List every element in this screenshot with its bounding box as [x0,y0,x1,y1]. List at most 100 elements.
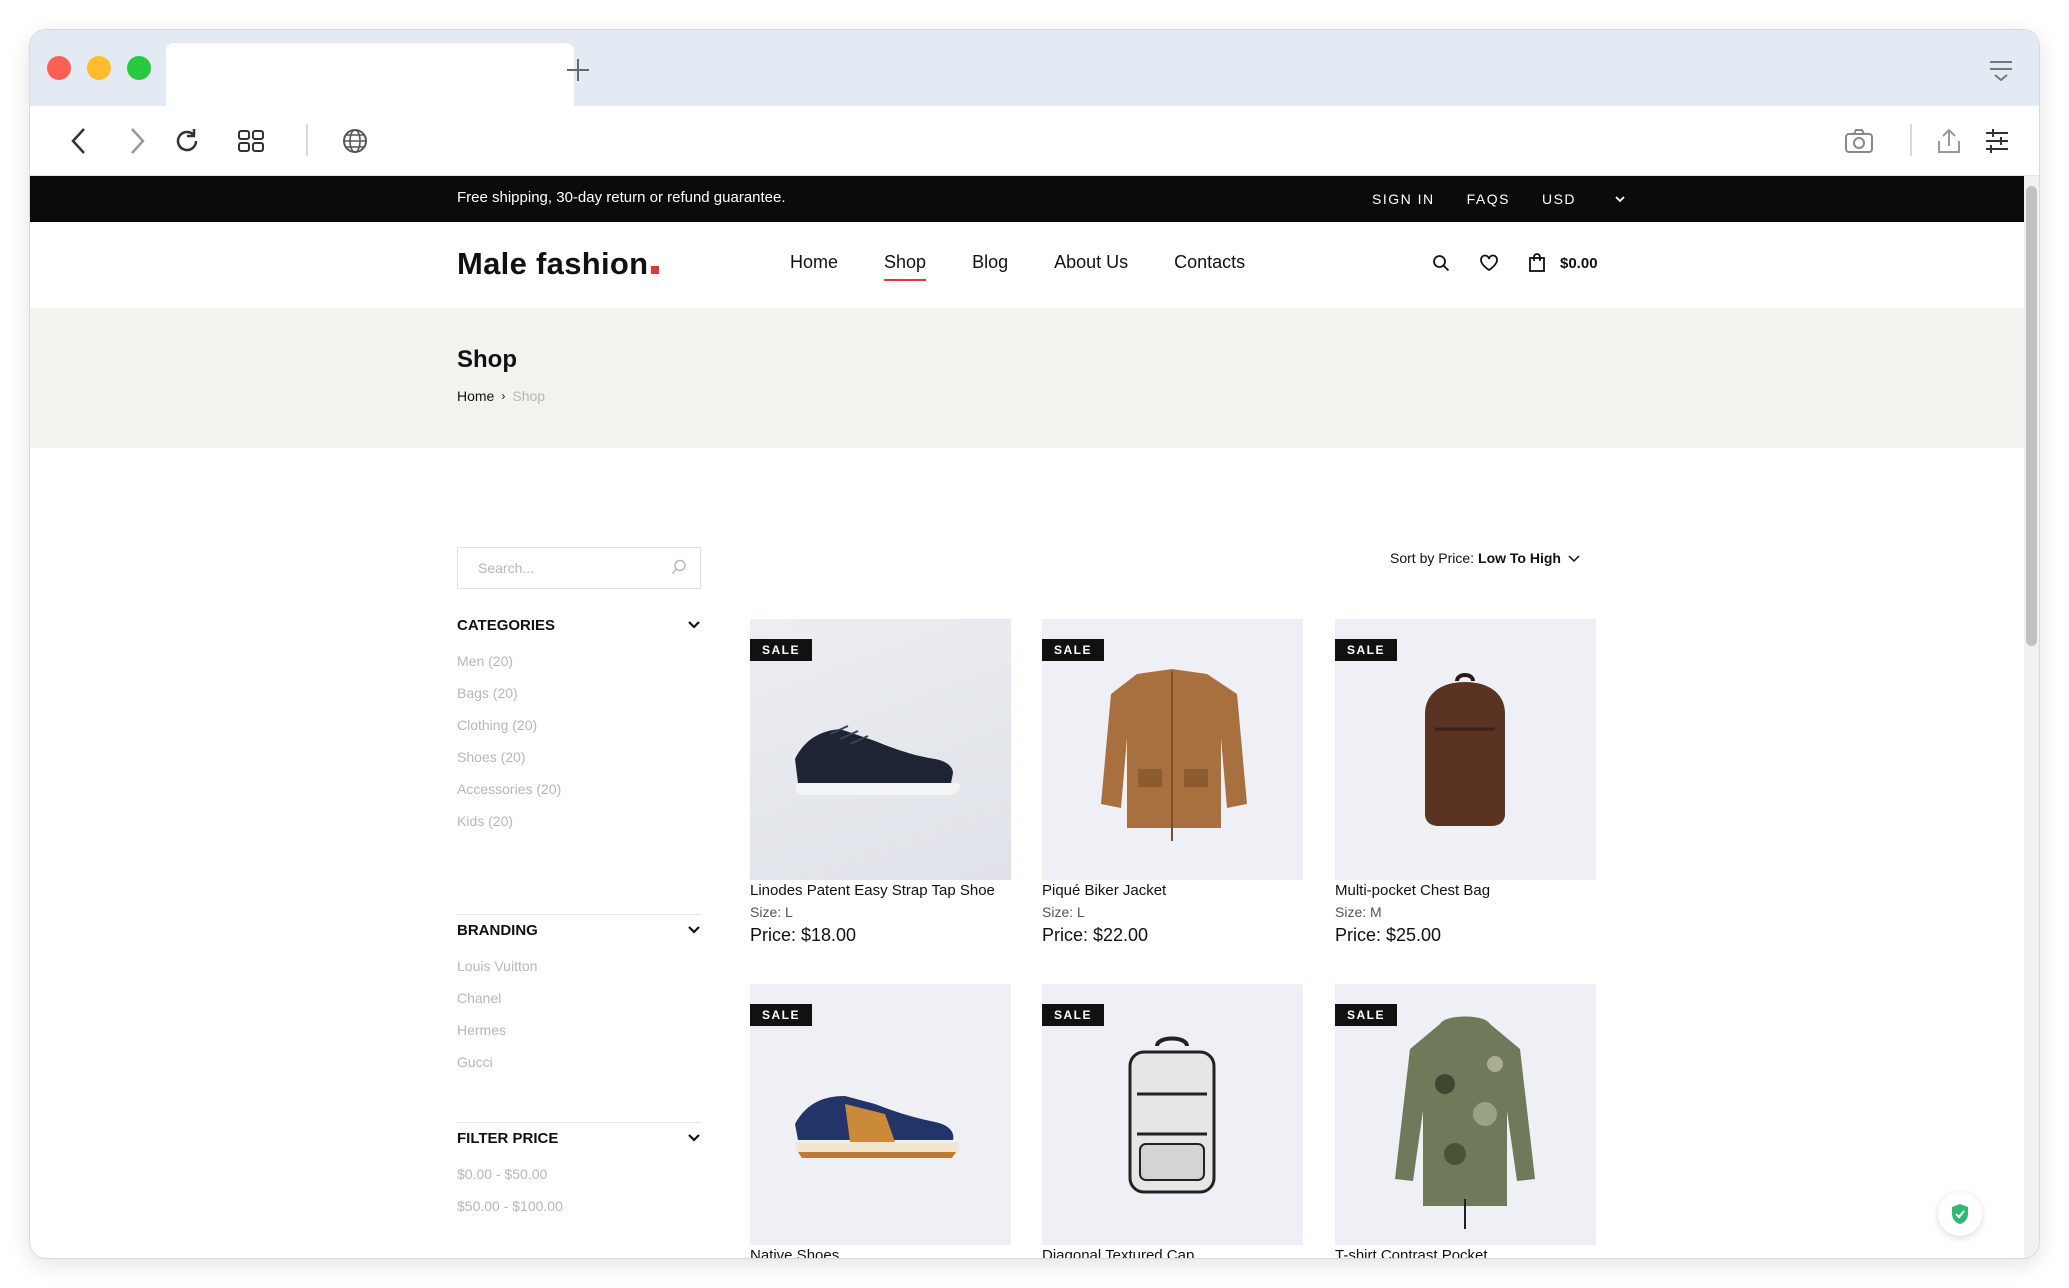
chevron-right-icon: › [501,389,506,403]
product-name[interactable]: Diagonal Textured Cap [1042,1245,1303,1258]
category-clothing[interactable]: Clothing (20) [457,715,701,747]
globe-icon [343,129,367,153]
category-men[interactable]: Men (20) [457,651,701,683]
price-filter-title: FILTER PRICE [457,1129,559,1147]
cart-button[interactable] [1526,252,1548,274]
sign-in-link[interactable]: SIGN IN [1372,191,1435,207]
category-accessories[interactable]: Accessories (20) [457,779,701,811]
category-shoes[interactable]: Shoes (20) [457,747,701,779]
browser-window: Free shipping, 30-day return or refund g… [30,30,2039,1258]
product-name[interactable]: Linodes Patent Easy Strap Tap Shoe [750,880,1011,902]
chevron-left-icon [71,128,85,154]
currency-select[interactable]: USD [1542,191,1626,207]
breadcrumb-home[interactable]: Home [457,388,494,404]
nav-about-us[interactable]: About Us [1054,252,1128,273]
reload-button[interactable] [166,120,208,162]
close-window-button[interactable] [47,56,71,80]
product-size: Size: L [750,904,793,920]
product-image[interactable]: SALE [1335,984,1596,1245]
product-name[interactable]: Native Shoes [750,1245,1011,1258]
nav-shop[interactable]: Shop [884,252,927,281]
price-range-0-50[interactable]: $0.00 - $50.00 [457,1164,701,1196]
product-name[interactable]: T-shirt Contrast Pocket [1335,1245,1596,1258]
branding-header[interactable]: BRANDING [457,918,701,942]
site-info-button[interactable] [334,120,376,162]
price-filter-header[interactable]: FILTER PRICE [457,1126,701,1150]
price-range-50-100[interactable]: $50.00 - $100.00 [457,1196,701,1228]
product-image[interactable]: SALE [1042,619,1303,880]
product-name[interactable]: Multi-pocket Chest Bag [1335,880,1596,902]
shopping-bag-icon [1529,253,1545,272]
wishlist-button[interactable] [1478,252,1500,274]
sort-label: Sort by Price: [1390,550,1475,566]
sidebar-divider [457,914,701,915]
tabs-overview-button[interactable] [230,120,272,162]
branding-title: BRANDING [457,921,538,939]
product-image[interactable]: SALE [1042,984,1303,1245]
site-logo[interactable]: Male fashion [457,246,660,282]
scrollbar-thumb[interactable] [2026,186,2037,646]
product-price: Price: $18.00 [750,925,857,945]
maximize-window-button[interactable] [127,56,151,80]
product-card[interactable]: SALE Native Shoes [750,984,1011,1258]
settings-button[interactable] [1976,120,2018,162]
category-bags[interactable]: Bags (20) [457,683,701,715]
page-scrollbar[interactable] [2024,176,2039,1258]
faqs-link[interactable]: FAQS [1467,191,1510,207]
sliders-icon [1986,129,2008,153]
search-button[interactable] [1430,252,1452,274]
search-icon [1433,255,1450,272]
back-button[interactable] [58,120,100,162]
sort-select[interactable]: Sort by Price: Low To High [1390,550,1581,566]
share-button[interactable] [1928,120,1970,162]
product-name[interactable]: Piqué Biker Jacket [1042,880,1303,902]
brand-gucci[interactable]: Gucci [457,1052,701,1084]
shield-check-icon [1952,1204,1968,1224]
product-size: Size: L [1042,904,1085,920]
camera-icon [1845,129,1873,153]
product-image[interactable]: SALE [750,619,1011,880]
product-card[interactable]: SALE Piqué Biker Jacket Size: L Price: $… [1042,619,1303,948]
product-card[interactable]: SALE Multi-pocket Chest Bag Size: M Pric… [1335,619,1596,948]
forward-button[interactable] [116,120,158,162]
logo-dot [651,266,660,274]
categories-header[interactable]: CATEGORIES [457,613,701,637]
brand-louis-vuitton[interactable]: Louis Vuitton [457,956,701,988]
product-image[interactable]: SALE [1335,619,1596,880]
cart-total[interactable]: $0.00 [1560,255,1598,272]
site-header: Male fashion Home Shop Blog About Us Con… [30,222,2024,308]
sidebar-search-input[interactable]: Search... [457,547,701,589]
product-card[interactable]: SALE Diagonal Textured Cap [1042,984,1303,1258]
screenshot-button[interactable] [1838,120,1880,162]
category-kids[interactable]: Kids (20) [457,811,701,843]
currency-label: USD [1541,191,1577,207]
sale-badge: SALE [1335,639,1398,661]
sale-badge: SALE [1042,639,1105,661]
new-tab-button[interactable] [558,50,598,90]
search-placeholder: Search... [478,560,535,576]
price-filter: FILTER PRICE $0.00 - $50.00 $50.00 - $10… [457,1126,701,1228]
security-badge[interactable] [1938,1192,1982,1236]
nav-contacts[interactable]: Contacts [1174,252,1245,273]
minimize-window-button[interactable] [87,56,111,80]
nav-home[interactable]: Home [790,252,838,273]
sale-badge: SALE [750,639,813,661]
nav-blog[interactable]: Blog [972,252,1008,273]
chevron-down-icon [1568,555,1580,563]
tab-menu-button[interactable] [1983,52,2019,88]
chevron-down-icon [1615,196,1625,203]
brand-hermes[interactable]: Hermes [457,1020,701,1052]
reload-icon [176,129,198,152]
brand-chanel[interactable]: Chanel [457,988,701,1020]
logo-text: Male fashion [457,246,649,281]
grid-icon [238,130,264,152]
tab-strip [30,30,2039,106]
product-card[interactable]: SALE T-shirt Contrast Pocket [1335,984,1596,1258]
product-image[interactable]: SALE [750,984,1011,1245]
heart-icon [1480,254,1498,272]
chevron-down-icon [688,1134,700,1142]
shipping-message: Free shipping, 30-day return or refund g… [457,189,786,206]
product-price: Price: $25.00 [1335,925,1442,945]
product-card[interactable]: SALE Linodes Patent Easy Strap Tap Shoe … [750,619,1011,948]
browser-tab[interactable] [166,43,574,106]
